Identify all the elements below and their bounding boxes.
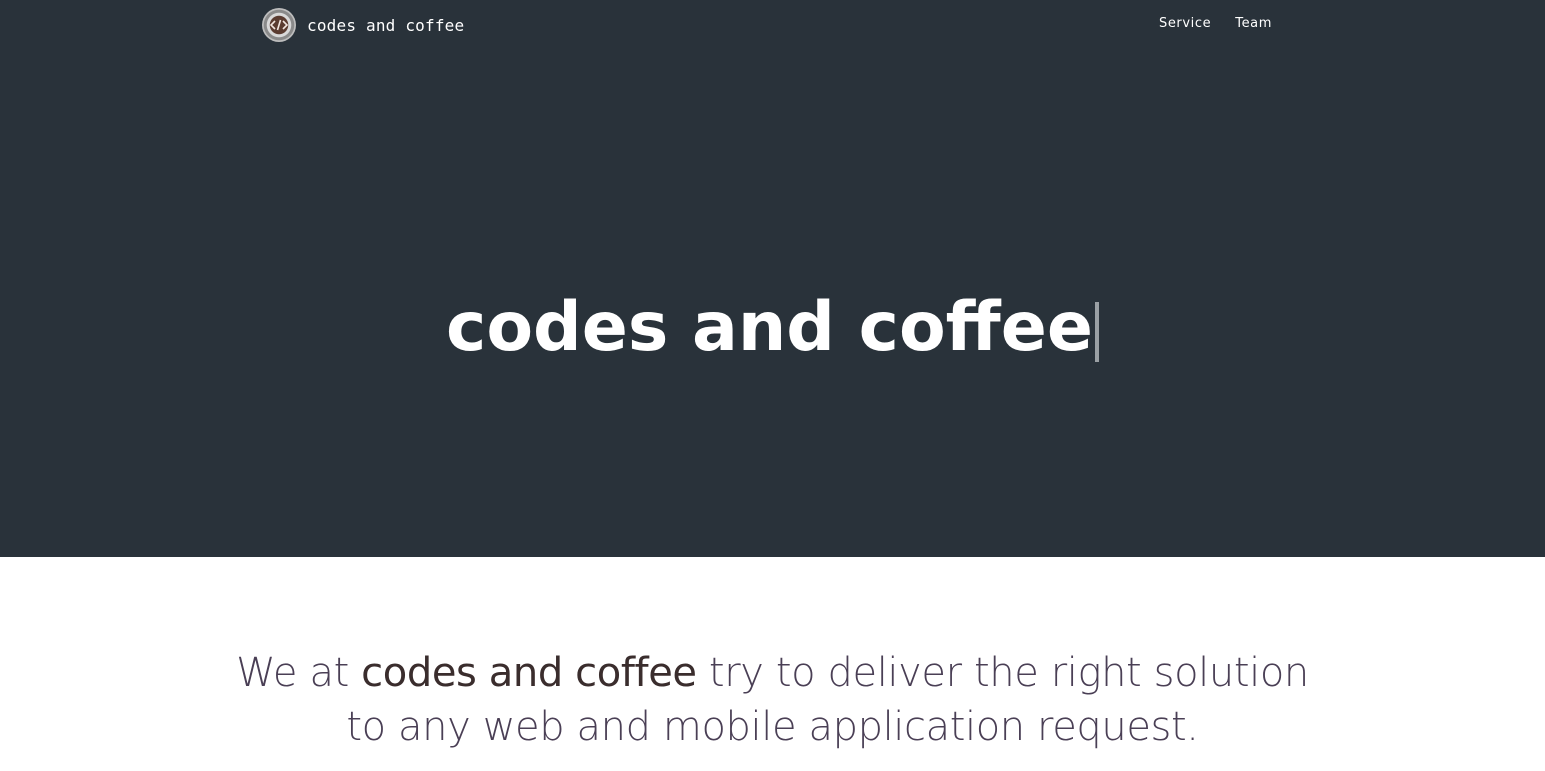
nav-links: Service Team xyxy=(1159,16,1272,31)
intro-line1-suffix: try to deliver the right solution xyxy=(696,650,1309,696)
hero-title: codes and coffee xyxy=(0,286,1545,370)
intro-company-name: codes and coffee xyxy=(361,650,697,696)
nav-link-service[interactable]: Service xyxy=(1159,16,1211,31)
coffee-code-logo-icon xyxy=(262,8,296,42)
intro-line-2: to any web and mobile application reques… xyxy=(346,704,1199,750)
intro-prefix: We at xyxy=(236,650,362,696)
hero-title-text: codes and coffee xyxy=(446,287,1093,367)
intro-line-1: We at codes and coffee try to deliver th… xyxy=(0,646,1545,700)
typing-cursor xyxy=(1094,301,1099,362)
navbar: codes and coffee Service Team xyxy=(0,0,1545,50)
intro-section: We at codes and coffee try to deliver th… xyxy=(0,646,1545,754)
brand-name: codes and coffee xyxy=(307,15,465,35)
hero-section: codes and coffee Service Team codes and … xyxy=(0,0,1545,557)
nav-link-team[interactable]: Team xyxy=(1235,16,1272,31)
brand-link[interactable]: codes and coffee xyxy=(262,8,464,42)
